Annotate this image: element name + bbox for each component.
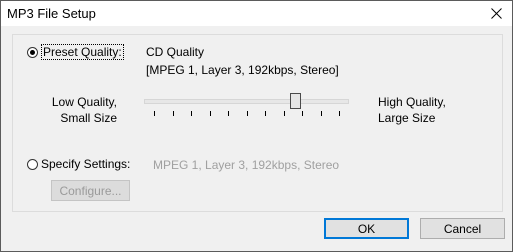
preset-quality-label: Preset Quality: xyxy=(41,44,124,60)
specify-settings-label: Specify Settings: xyxy=(41,157,131,171)
slider-tick xyxy=(283,111,285,116)
specify-settings-value: MPEG 1, Layer 3, 192kbps, Stereo xyxy=(153,158,340,172)
radio-checked-indicator xyxy=(27,46,38,58)
high-quality-label-line2: Large Size xyxy=(378,111,436,125)
slider-tick xyxy=(191,111,192,116)
mp3-setup-dialog: MP3 File Setup Preset Quality: CD Qualit… xyxy=(0,0,513,252)
slider-tick xyxy=(265,111,266,116)
slider-tick xyxy=(228,111,229,116)
high-quality-label-line1: High Quality, xyxy=(378,95,446,109)
quality-slider[interactable] xyxy=(144,93,349,125)
close-button[interactable] xyxy=(480,1,512,26)
slider-tick xyxy=(302,111,303,116)
close-icon xyxy=(490,8,502,19)
preset-quality-name: CD Quality xyxy=(146,45,205,59)
slider-tick xyxy=(172,111,174,116)
window-title: MP3 File Setup xyxy=(7,6,96,21)
slider-tick xyxy=(246,111,248,116)
slider-track xyxy=(144,99,349,104)
low-quality-label-line2: Small Size xyxy=(60,111,117,125)
low-quality-label-line1: Low Quality, xyxy=(51,95,117,109)
slider-tick xyxy=(320,111,322,116)
radio-unchecked-indicator xyxy=(27,158,38,170)
preset-quality-radio[interactable]: Preset Quality: xyxy=(27,44,124,60)
slider-tick xyxy=(154,111,155,116)
slider-tick xyxy=(339,111,340,116)
ok-button[interactable]: OK xyxy=(324,218,409,239)
specify-settings-radio[interactable]: Specify Settings: xyxy=(27,157,130,171)
preset-quality-detail: [MPEG 1, Layer 3, 192kbps, Stereo] xyxy=(146,63,339,77)
title-bar: MP3 File Setup xyxy=(1,1,512,26)
slider-ticks xyxy=(144,111,349,117)
cancel-button[interactable]: Cancel xyxy=(420,218,505,239)
configure-button[interactable]: Configure... xyxy=(51,180,130,201)
slider-thumb[interactable] xyxy=(289,93,301,109)
slider-tick xyxy=(209,111,211,116)
